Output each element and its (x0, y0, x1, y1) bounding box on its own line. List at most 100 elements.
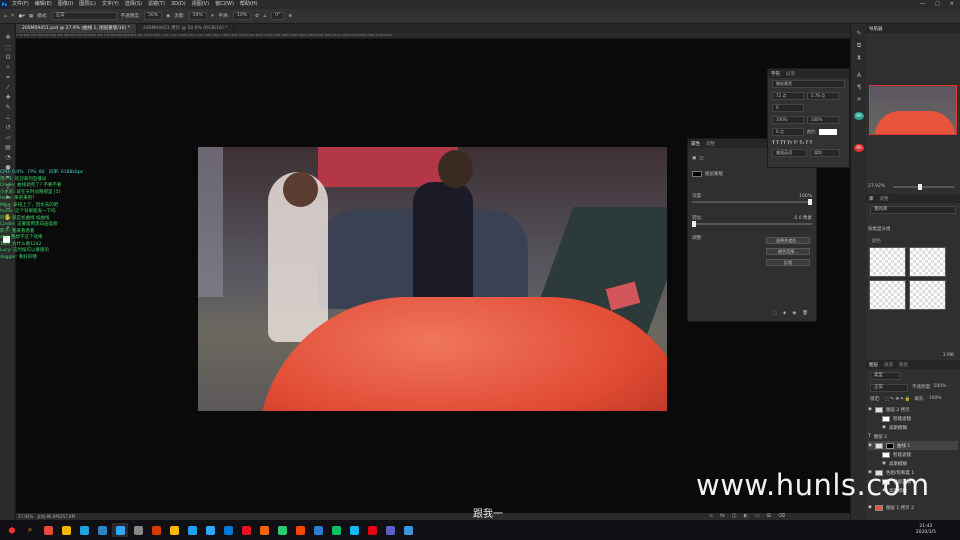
taskbar-app-icon[interactable] (238, 523, 254, 537)
density-slider[interactable] (692, 199, 812, 205)
eye-icon[interactable]: ◉ (882, 425, 886, 430)
tab-properties[interactable]: 属性 (691, 141, 700, 147)
nav-zoom-value[interactable]: 27.92% (868, 184, 885, 189)
lasso-tool-icon[interactable]: ʘ (3, 54, 13, 62)
feather-value[interactable]: 0.0 像素 (794, 215, 812, 221)
tab-paragraph[interactable]: 段落 (786, 71, 795, 77)
taskbar-app-icon[interactable] (310, 523, 326, 537)
leading-input[interactable]: 5.76 点 (807, 92, 839, 100)
layer-row[interactable]: ◉ 高斯模糊 (868, 423, 958, 432)
fill-value[interactable]: 100% (929, 396, 942, 402)
maximize-icon[interactable]: □ (935, 0, 940, 9)
layer-row[interactable]: ◉ 图层 1 拷贝 2 (868, 503, 958, 512)
search-icon[interactable]: ⌕ (22, 523, 38, 537)
text-color-swatch[interactable] (819, 129, 838, 135)
character-icon[interactable]: A (854, 72, 864, 80)
library-select[interactable]: 我的库 (870, 206, 956, 214)
taskbar-app-icon[interactable] (112, 523, 128, 537)
select-and-mask-button[interactable]: 选择并遮住... (766, 237, 810, 244)
healing-tool-icon[interactable]: ✚ (3, 94, 13, 102)
horizontal-scale-input[interactable]: 100% (807, 116, 839, 124)
layer-filter-select[interactable]: 类型 (870, 372, 900, 380)
pixel-mask-icon[interactable]: ▣ (692, 156, 696, 161)
menu-edit[interactable]: 编辑(E) (32, 0, 55, 9)
layer-row[interactable]: 智能滤镜 (868, 450, 958, 459)
library-swatch[interactable] (869, 247, 906, 277)
eye-icon[interactable]: ◉ (868, 443, 872, 448)
menu-file[interactable]: 文件(F) (9, 0, 32, 9)
link-icon[interactable]: ∞ (709, 513, 713, 520)
text-style-buttons[interactable]: T T TT Tт T¹ T₁ T T (768, 138, 849, 147)
eye-icon[interactable]: ◉ (882, 461, 886, 466)
font-size-input[interactable]: 72 点 (772, 92, 804, 100)
move-tool-icon[interactable]: ✥ (3, 34, 13, 42)
lock-icons[interactable]: ⬚ ✎ ✥ ⌗ 🔒 (885, 396, 911, 402)
new-layer-icon[interactable]: ⊞ (767, 513, 771, 520)
library-swatch[interactable] (869, 280, 906, 310)
menu-image[interactable]: 图像(I) (55, 0, 76, 9)
quick-select-tool-icon[interactable]: ✧ (3, 64, 13, 72)
taskbar-app-icon[interactable] (364, 523, 380, 537)
layer-row[interactable]: T 图层 2 (868, 432, 958, 441)
trash-icon[interactable]: ⌫ (778, 513, 785, 520)
group-by-select[interactable]: 按类型分组 (868, 226, 891, 232)
flow-input[interactable]: 59% (188, 12, 207, 20)
tracking-input[interactable]: 0 (772, 104, 804, 112)
brush-panel-icon[interactable]: ▦ (29, 14, 33, 19)
antialias-select[interactable]: 犀利 (810, 149, 840, 157)
close-icon[interactable]: ✕ (950, 0, 954, 9)
taskbar-app-icon[interactable] (148, 523, 164, 537)
taskbar-app-icon[interactable] (130, 523, 146, 537)
brush-settings-icon[interactable]: ✎ (854, 30, 864, 38)
taskbar-app-icon[interactable] (94, 523, 110, 537)
airbrush-icon[interactable]: ✈ (211, 14, 215, 19)
angle-input[interactable]: 0° (271, 12, 285, 20)
blend-mode-select[interactable]: 正常 (870, 384, 908, 392)
taskbar-app-icon[interactable] (292, 523, 308, 537)
delete-mask-icon[interactable]: 🗑 (802, 311, 808, 316)
tab-navigator[interactable]: 导航器 (869, 26, 883, 32)
tab-layers[interactable]: 图层 (869, 362, 878, 368)
document-image[interactable] (198, 147, 667, 411)
taskbar-app-icon[interactable] (40, 523, 56, 537)
taskbar-app-icon[interactable] (184, 523, 200, 537)
history-icon[interactable]: ⧗ (854, 54, 864, 62)
menu-help[interactable]: 帮助(H) (237, 0, 261, 9)
start-icon[interactable]: ⬢ (4, 523, 20, 537)
invert-button[interactable]: 反相 (766, 259, 810, 266)
layer-row[interactable]: ◉ 高斯模糊 (868, 459, 958, 468)
pressure-opacity-icon[interactable]: ◉ (166, 14, 170, 19)
color-range-button[interactable]: 颜色范围... (766, 248, 810, 255)
font-family-select[interactable]: 微软雅黑 (772, 80, 845, 88)
marquee-tool-icon[interactable]: ⬚ (3, 44, 13, 52)
tab-document-2[interactable]: 20SM09451 拷贝 @ 50.0% (RGB/16) * (137, 24, 235, 33)
library-swatch[interactable] (909, 280, 946, 310)
taskbar-app-icon[interactable] (346, 523, 362, 537)
fx-icon[interactable]: fx (720, 513, 725, 520)
minimize-icon[interactable]: — (920, 0, 925, 9)
load-selection-icon[interactable]: ⬚ (773, 311, 777, 316)
navigator-thumbnail[interactable] (869, 85, 957, 135)
taskbar-app-icon[interactable] (274, 523, 290, 537)
library-swatch[interactable] (909, 247, 946, 277)
tab-paths[interactable]: 路径 (899, 362, 908, 368)
taskbar-app-icon[interactable] (58, 523, 74, 537)
stamp-tool-icon[interactable]: ⊥ (3, 114, 13, 122)
status-zoom[interactable]: 27.93% (18, 514, 33, 519)
tab-character[interactable]: 字符 (771, 71, 780, 77)
tools-icon[interactable]: ✕ (854, 96, 864, 104)
taskbar-app-icon[interactable] (400, 523, 416, 537)
opacity-input[interactable]: 56% (144, 12, 163, 20)
home-icon[interactable]: ⌂ (4, 14, 7, 19)
symmetry-icon[interactable]: ⊕ (288, 14, 292, 19)
density-value[interactable]: 100% (799, 194, 812, 199)
gradient-tool-icon[interactable]: ▤ (3, 144, 13, 152)
menu-view[interactable]: 视图(V) (189, 0, 212, 9)
gear-icon[interactable]: ⚙ (255, 14, 259, 19)
menu-layer[interactable]: 图层(L) (76, 0, 99, 9)
taskbar-app-icon[interactable] (76, 523, 92, 537)
menu-filter[interactable]: 滤镜(T) (145, 0, 168, 9)
plugin-ra2-icon[interactable]: RA (854, 144, 864, 152)
paragraph-icon[interactable]: ¶ (854, 84, 864, 92)
menu-select[interactable]: 选择(S) (122, 0, 145, 9)
